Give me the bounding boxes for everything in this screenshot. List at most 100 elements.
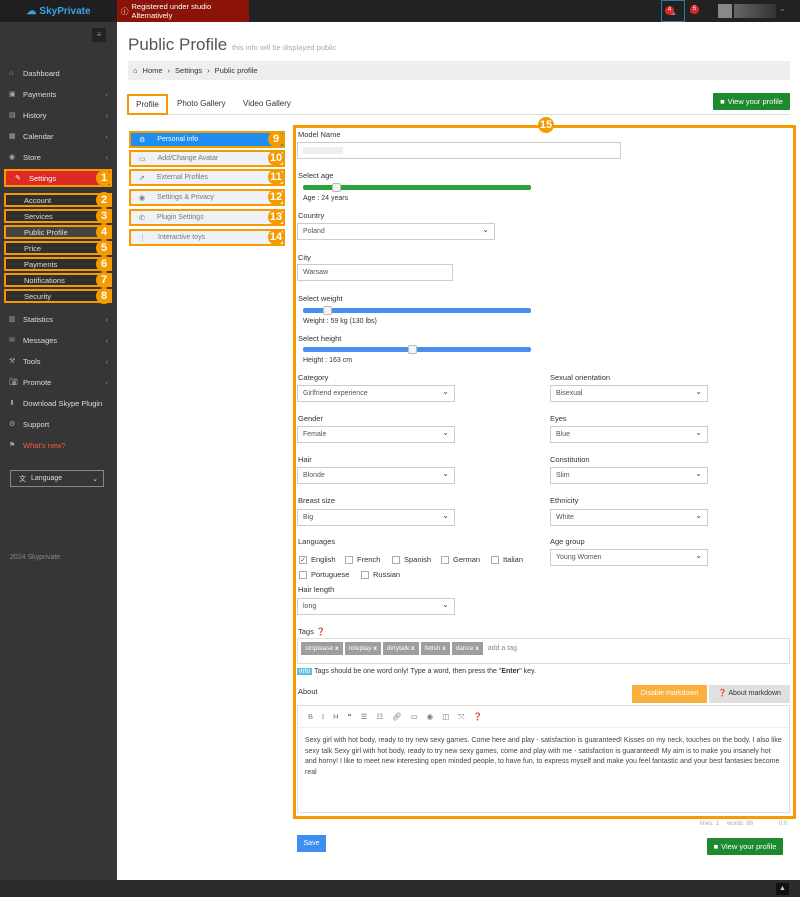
book-icon: ▤ xyxy=(9,112,16,119)
tag-input-placeholder[interactable]: add a tag xyxy=(488,645,517,652)
orientation-label: Sexual orientation xyxy=(550,373,611,382)
tab-profile[interactable]: Profile xyxy=(127,94,168,115)
submenu-item[interactable]: ⋮ Interactive toys xyxy=(129,229,285,246)
guide-icon[interactable]: ❓ xyxy=(473,712,482,727)
view-profile-button[interactable]: ■ View your profile xyxy=(713,93,790,110)
submenu-item[interactable]: ⇗ External Profiles xyxy=(129,169,285,186)
hairlength-select[interactable]: long xyxy=(297,598,455,615)
bold-icon[interactable]: B xyxy=(308,712,313,727)
sidebar-item-history[interactable]: ▤ History ‹ xyxy=(0,106,117,124)
tab-photo-gallery[interactable]: Photo Gallery xyxy=(177,99,225,108)
ethnicity-select[interactable]: White xyxy=(550,509,708,526)
sidebar-item[interactable]: 📷︎ Promote ‹ xyxy=(0,373,117,391)
age-slider-handle[interactable] xyxy=(332,183,341,192)
remove-tag-icon[interactable]: x xyxy=(373,645,377,652)
tags-input[interactable]: striptease x roleplay x dirtytalk x fetish … xyxy=(297,638,790,664)
annotation-10: 10 xyxy=(268,150,284,166)
tag-chip[interactable]: roleplay x xyxy=(344,642,381,655)
sidebar-item[interactable]: ⚒ Tools ‹ xyxy=(0,352,117,370)
about-text[interactable]: Sexy girl with hot body, ready to try ne… xyxy=(298,728,789,786)
fullscreen-icon[interactable]: ⤧ xyxy=(458,712,464,727)
language-checkbox[interactable]: German xyxy=(441,555,480,564)
tag-chip[interactable]: dance x xyxy=(451,642,483,655)
scroll-top-button[interactable]: ▲ xyxy=(776,883,789,895)
language-select[interactable]: 文 Language ⌄ xyxy=(10,470,104,487)
avatar[interactable] xyxy=(718,4,732,18)
country-select[interactable]: Poland xyxy=(297,223,495,240)
side-by-side-icon[interactable]: ◫ xyxy=(442,712,449,727)
preview-icon[interactable]: ◉ xyxy=(427,712,434,727)
height-slider-handle[interactable] xyxy=(408,345,417,354)
unordered-list-icon[interactable]: ☰ xyxy=(361,712,368,727)
category-select[interactable]: Girlfriend experience xyxy=(297,385,455,402)
weight-slider[interactable] xyxy=(303,308,531,313)
breast-select[interactable]: Big xyxy=(297,509,455,526)
hair-select[interactable]: Blonde xyxy=(297,467,455,484)
logo[interactable]: ☁ SkyPrivate xyxy=(0,0,117,22)
height-label: Select height xyxy=(298,334,342,343)
sidebar-item[interactable]: ▥ Statistics ‹ xyxy=(0,310,117,328)
store-icon: ◉ xyxy=(9,154,16,161)
sidebar-item-store[interactable]: ◉ Store ‹ xyxy=(0,148,117,166)
submenu-item[interactable]: ▭ Add/Change Avatar xyxy=(129,150,285,167)
submenu-item[interactable]: ◉ Settings & Privacy xyxy=(129,189,285,206)
tag-chip[interactable]: striptease x xyxy=(301,642,343,655)
sidebar-item[interactable]: ⚙ Support xyxy=(0,415,117,433)
gender-select[interactable]: Female xyxy=(297,426,455,443)
image-icon[interactable]: ▭ xyxy=(411,712,418,727)
annotation-2: 2 xyxy=(96,192,112,208)
language-checkbox[interactable]: Spanish xyxy=(392,555,431,564)
language-checkbox[interactable]: French xyxy=(345,555,380,564)
language-checkbox[interactable]: Portuguese xyxy=(299,570,349,579)
sidebar-item[interactable]: ✉ Messages ‹ xyxy=(0,331,117,349)
heading-icon[interactable]: H xyxy=(333,712,338,727)
disable-markdown-button[interactable]: Disable markdown xyxy=(632,685,707,703)
quote-icon[interactable]: ❝ xyxy=(348,712,352,727)
eyes-select[interactable]: Blue xyxy=(550,426,708,443)
height-slider[interactable] xyxy=(303,347,531,352)
save-button[interactable]: Save xyxy=(297,835,326,852)
about-markdown-button[interactable]: ❓ About markdown xyxy=(709,685,790,703)
weight-slider-handle[interactable] xyxy=(323,306,332,315)
sidebar-item-payments[interactable]: ▣ Payments ‹ xyxy=(0,85,117,103)
remove-tag-icon[interactable]: x xyxy=(475,645,479,652)
language-checkbox[interactable]: ✓ English xyxy=(299,555,336,564)
eyes-label: Eyes xyxy=(550,414,567,423)
submenu-icon: ⚙ xyxy=(139,136,146,144)
user-menu[interactable] xyxy=(734,4,776,18)
chevron-down-icon[interactable]: ⌄ xyxy=(779,4,786,13)
markdown-editor[interactable]: B I H ❝ ☰ ☷ 🔗︎ ▭ ◉ ◫ ⤧ ❓ Sexy girl with hot body, r… xyxy=(297,705,790,813)
language-checkbox[interactable]: Italian xyxy=(491,555,523,564)
tag-chip[interactable]: fetish x xyxy=(420,642,450,655)
ordered-list-icon[interactable]: ☷ xyxy=(376,712,383,727)
menu-toggle-button[interactable]: ≡ xyxy=(92,28,106,42)
hair-label: Hair xyxy=(298,455,312,464)
orientation-select[interactable]: Bisexual xyxy=(550,385,708,402)
constitution-select[interactable]: Slim xyxy=(550,467,708,484)
annotation-1: 1 xyxy=(96,170,112,186)
submenu-item[interactable]: ✆ Plugin Settings xyxy=(129,209,285,226)
italic-icon[interactable]: I xyxy=(322,712,324,727)
language-checkbox[interactable]: Russian xyxy=(361,570,400,579)
notifications-button[interactable]: ▲4 xyxy=(661,0,685,22)
model-name-input[interactable] xyxy=(297,142,621,159)
sidebar-item-dashboard[interactable]: ⌂ Dashboard xyxy=(0,64,117,82)
breadcrumb-home[interactable]: Home xyxy=(143,66,163,75)
sidebar-item[interactable]: ⚑ What's new? xyxy=(0,436,117,454)
remove-tag-icon[interactable]: x xyxy=(335,645,339,652)
tag-chip[interactable]: dirtytalk x xyxy=(382,642,419,655)
breadcrumb-settings[interactable]: Settings xyxy=(175,66,202,75)
city-input[interactable]: Warsaw xyxy=(297,264,453,281)
remove-tag-icon[interactable]: x xyxy=(411,645,415,652)
agegroup-select[interactable]: Young Women xyxy=(550,549,708,566)
home-icon: ⌂ xyxy=(133,66,138,75)
sidebar-item[interactable]: ⬇ Download Skype Plugin xyxy=(0,394,117,412)
sidebar-item-calendar[interactable]: ▦ Calendar ‹ xyxy=(0,127,117,145)
messages-button[interactable]: ✉5 xyxy=(690,0,710,22)
annotation-5: 5 xyxy=(96,240,112,256)
tab-video-gallery[interactable]: Video Gallery xyxy=(243,99,291,108)
remove-tag-icon[interactable]: x xyxy=(442,645,446,652)
submenu-item[interactable]: ⚙ Personal info xyxy=(129,131,285,148)
link-icon[interactable]: 🔗︎ xyxy=(392,712,402,727)
view-profile-bottom-button[interactable]: ■ View your profile xyxy=(707,838,783,855)
